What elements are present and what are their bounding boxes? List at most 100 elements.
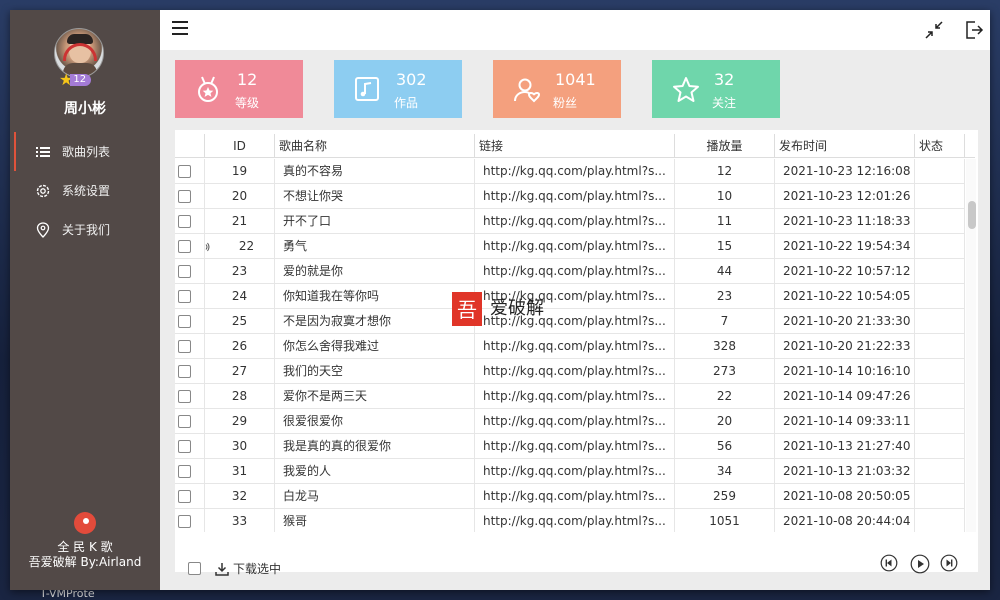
row-checkbox[interactable] (178, 440, 191, 453)
table-row[interactable]: 22 勇气 http://kg.qq.com/play.html?s... 15 202… (175, 234, 965, 259)
row-checkbox[interactable] (178, 315, 191, 328)
stat-label: 粉丝 (553, 96, 578, 110)
cell-link[interactable]: http://kg.qq.com/play.html?s... (475, 234, 675, 259)
cell-id: 23 (205, 259, 275, 284)
stat-card-level: 12 等级 (175, 60, 303, 118)
cell-link[interactable]: http://kg.qq.com/play.html?s... (475, 209, 675, 234)
table-row[interactable]: 31 我爱的人 http://kg.qq.com/play.html?s... 34 2… (175, 459, 965, 484)
cell-date: 2021-10-23 12:16:08 (775, 159, 915, 184)
cell-id-text: 25 (231, 314, 248, 328)
row-checkbox[interactable] (178, 190, 191, 203)
table-row[interactable]: 19 真的不容易 http://kg.qq.com/play.html?s... 12… (175, 159, 965, 184)
cell-song-name: 你知道我在等你吗 (275, 284, 475, 309)
scrollbar[interactable] (966, 159, 976, 532)
table-row[interactable]: 32 白龙马 http://kg.qq.com/play.html?s... 259 2… (175, 484, 965, 509)
row-checkbox[interactable] (178, 390, 191, 403)
cell-date: 2021-10-13 21:03:32 (775, 459, 915, 484)
row-checkbox-cell (175, 159, 205, 184)
cell-link[interactable]: http://kg.qq.com/play.html?s... (475, 334, 675, 359)
player-controls (880, 554, 962, 576)
row-checkbox[interactable] (178, 490, 191, 503)
cell-link[interactable]: http://kg.qq.com/play.html?s... (475, 184, 675, 209)
table-row[interactable]: 33 猴哥 http://kg.qq.com/play.html?s... 1051 2… (175, 509, 965, 532)
sidebar-item-song-list[interactable]: 歌曲列表 (10, 132, 160, 171)
cell-link[interactable]: http://kg.qq.com/play.html?s... (475, 409, 675, 434)
cell-plays: 10 (675, 184, 775, 209)
cell-date: 2021-10-22 10:54:05 (775, 284, 915, 309)
cell-status (915, 459, 965, 484)
svg-text:爱破解: 爱破解 (490, 298, 544, 319)
row-checkbox[interactable] (178, 415, 191, 428)
cell-status (915, 209, 965, 234)
sidebar-item-about[interactable]: 关于我们 (10, 210, 160, 249)
logout-icon[interactable] (963, 19, 985, 41)
row-checkbox-cell (175, 334, 205, 359)
app-window: ★ 12 周小彬 歌曲列表 系统设置 关于我们 全 民 K 歌 吾爱破解 By:… (10, 10, 990, 590)
cell-id: 25 (205, 309, 275, 334)
row-checkbox[interactable] (178, 265, 191, 278)
select-all-checkbox[interactable] (188, 562, 201, 575)
row-checkbox-cell (175, 259, 205, 284)
table-row[interactable]: 27 我们的天空 http://kg.qq.com/play.html?s... 27… (175, 359, 965, 384)
stat-value: 12 (237, 70, 258, 89)
table-row[interactable]: 23 爱的就是你 http://kg.qq.com/play.html?s... 44… (175, 259, 965, 284)
row-checkbox-cell (175, 234, 205, 259)
cell-date: 2021-10-20 21:33:30 (775, 309, 915, 334)
row-checkbox[interactable] (178, 465, 191, 478)
sidebar-item-label: 系统设置 (62, 184, 111, 198)
cell-link[interactable]: http://kg.qq.com/play.html?s... (475, 459, 675, 484)
row-checkbox[interactable] (178, 340, 191, 353)
previous-track-icon[interactable] (880, 554, 902, 576)
cell-link[interactable]: http://kg.qq.com/play.html?s... (475, 484, 675, 509)
table-row[interactable]: 25 不是因为寂寞才想你 http://kg.qq.com/play.html?s.… (175, 309, 965, 334)
hamburger-menu-icon[interactable] (172, 21, 188, 35)
table-row[interactable]: 30 我是真的真的很爱你 http://kg.qq.com/play.html?s.… (175, 434, 965, 459)
row-checkbox[interactable] (178, 290, 191, 303)
sidebar-nav: 歌曲列表 系统设置 关于我们 (10, 132, 160, 249)
cell-link[interactable]: http://kg.qq.com/play.html?s... (475, 259, 675, 284)
row-checkbox[interactable] (178, 515, 191, 528)
header-id[interactable]: ID (205, 134, 275, 158)
cell-id: 26 (205, 334, 275, 359)
download-selected-button[interactable]: 下载选中 (215, 560, 281, 577)
table-row[interactable]: 28 爱你不是两三天 http://kg.qq.com/play.html?s...… (175, 384, 965, 409)
cell-song-name: 猴哥 (275, 509, 475, 532)
cell-link[interactable]: http://kg.qq.com/play.html?s... (475, 359, 675, 384)
row-checkbox[interactable] (178, 215, 191, 228)
cell-plays: 22 (675, 384, 775, 409)
table-row[interactable]: 24 你知道我在等你吗 http://kg.qq.com/play.html?s..… (175, 284, 965, 309)
cell-date: 2021-10-08 20:44:04 (775, 509, 915, 532)
cell-id-text: 19 (231, 164, 248, 178)
cell-id-text: 23 (231, 264, 248, 278)
row-checkbox-cell (175, 434, 205, 459)
next-track-icon[interactable] (940, 554, 962, 576)
header-plays[interactable]: 播放量 (675, 134, 775, 158)
cell-id-text: 33 (231, 514, 248, 528)
play-icon[interactable] (910, 554, 932, 576)
row-checkbox[interactable] (178, 365, 191, 378)
header-date[interactable]: 发布时间 (775, 134, 915, 158)
table-header: ID 歌曲名称 链接 播放量 发布时间 状态 (175, 134, 975, 158)
cell-link[interactable]: http://kg.qq.com/play.html?s... (475, 509, 675, 532)
sidebar-item-settings[interactable]: 系统设置 (10, 171, 160, 210)
header-status[interactable]: 状态 (915, 134, 965, 158)
scrollbar-thumb[interactable] (968, 201, 976, 229)
cell-plays: 12 (675, 159, 775, 184)
list-icon (34, 146, 52, 158)
cell-link[interactable]: http://kg.qq.com/play.html?s... (475, 159, 675, 184)
cell-link[interactable]: http://kg.qq.com/play.html?s... (475, 434, 675, 459)
table-row[interactable]: 21 开不了口 http://kg.qq.com/play.html?s... 11 2… (175, 209, 965, 234)
table-row[interactable]: 26 你怎么舍得我难过 http://kg.qq.com/play.html?s..… (175, 334, 965, 359)
collapse-icon[interactable] (923, 19, 945, 41)
header-name[interactable]: 歌曲名称 (275, 134, 475, 158)
cell-link[interactable]: http://kg.qq.com/play.html?s... (475, 384, 675, 409)
cell-song-name: 我爱的人 (275, 459, 475, 484)
table-row[interactable]: 20 不想让你哭 http://kg.qq.com/play.html?s... 10… (175, 184, 965, 209)
table-row[interactable]: 29 很爱很爱你 http://kg.qq.com/play.html?s... 20… (175, 409, 965, 434)
cell-id: 22 (205, 234, 275, 259)
cell-id: 19 (205, 159, 275, 184)
cell-status (915, 334, 965, 359)
header-link[interactable]: 链接 (475, 134, 675, 158)
row-checkbox[interactable] (178, 240, 191, 253)
row-checkbox[interactable] (178, 165, 191, 178)
